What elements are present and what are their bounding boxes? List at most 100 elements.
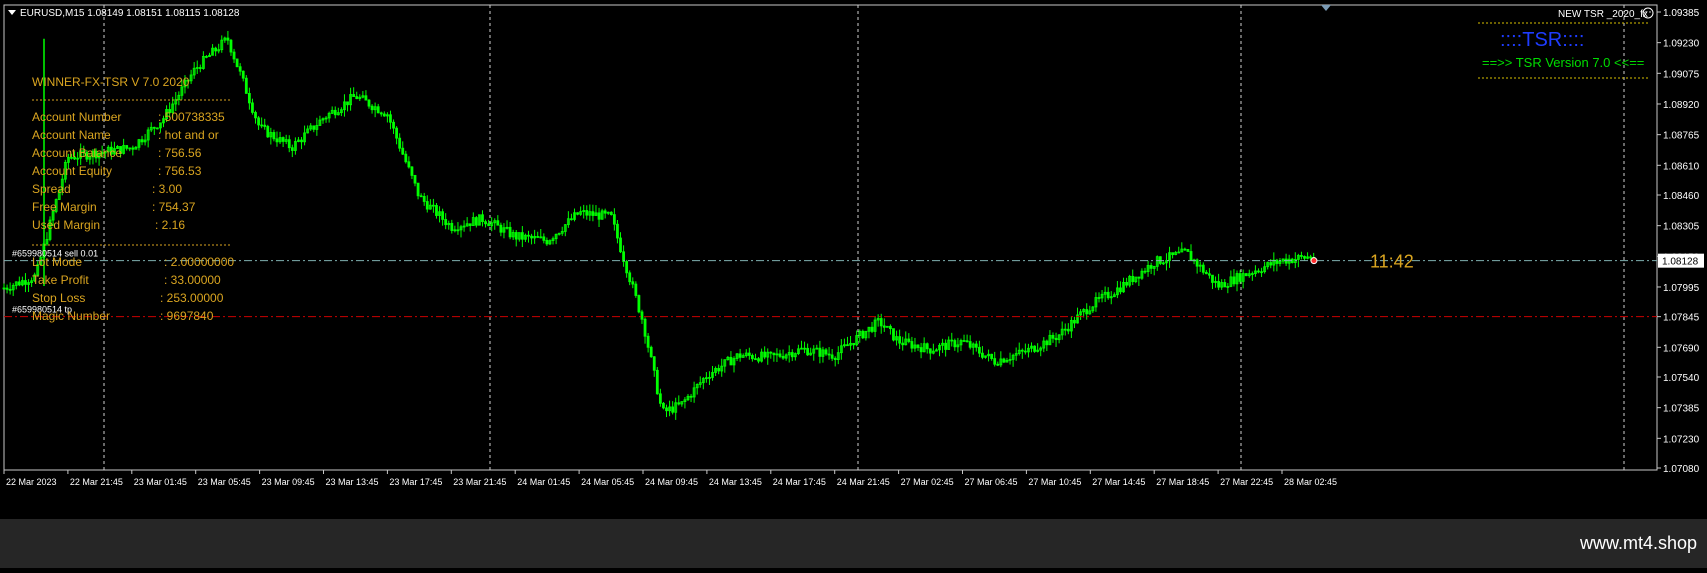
time-axis-label: 24 Mar 13:45 [709,477,762,487]
candle-body [499,224,503,233]
candle-body [254,112,257,119]
candle-body [1189,251,1193,261]
candle-body [275,138,279,143]
candle-body [597,212,601,220]
candle-body [1131,275,1135,283]
time-axis-label: 28 Mar 02:45 [1284,477,1337,487]
candle-body [17,281,21,286]
candle-body [882,325,886,328]
watermark-text: www.mt4.shop [1579,533,1697,553]
candle-body [536,236,540,238]
candle-body [419,195,423,198]
candle-body [591,211,595,216]
candle-body [1045,340,1049,346]
candle-body [637,295,641,313]
candle-body [1211,274,1214,283]
candle-body [750,355,754,360]
candle-body [266,126,270,138]
candle-body [487,223,491,227]
shift-marker-icon[interactable] [1321,5,1331,11]
candle-body [901,342,905,346]
candle-body [312,125,316,130]
candle-body [778,353,782,357]
time-axis-label: 23 Mar 17:45 [389,477,442,487]
candle-body [833,357,837,361]
candle-body [1223,282,1227,288]
candle-body [689,395,693,398]
price-axis-label: 1.07540 [1663,373,1700,384]
candle-body [272,132,276,140]
panel-row-value: : 33.00000 [164,273,221,287]
panel-row-value: : hot and or [158,128,219,142]
candle-body [944,342,948,350]
candle-body [717,368,721,372]
price-axis-label: 1.08765 [1663,131,1700,142]
candle-body [542,236,546,241]
candle-body [1183,248,1187,251]
last-price-marker [1310,257,1318,265]
candle-body [401,147,405,155]
candle-body [281,137,285,142]
chart-canvas[interactable]: #659980514 sell 0.01#659980514 tp11:421.… [0,0,1707,568]
candle-body [247,93,251,104]
candle-body [649,346,653,358]
smiley-eye-icon [1649,11,1651,13]
tsr-title: ::::TSR:::: [1500,29,1584,51]
price-chart[interactable]: #659980514 sell 0.01 #659980514 tp 11:42 1.… [0,0,1707,568]
candle-body [658,393,662,404]
candle-body [422,196,426,202]
candle-body [1066,328,1070,332]
candle-body [1143,270,1147,273]
panel-row-value: : 3.00 [152,182,183,196]
panel-row-value: : 2.00000000 [164,255,235,269]
candle-body [1309,256,1313,259]
panel-row-value: : 500738335 [158,110,225,124]
candle-body [625,261,629,274]
candle-body [152,126,156,129]
candle-body [346,101,349,106]
price-axis-label: 1.09075 [1663,69,1700,80]
candle-body [655,369,659,395]
candle-body [435,205,438,216]
time-axis-label: 24 Mar 17:45 [773,477,826,487]
candle-body [781,356,785,359]
candle-body [1085,309,1089,315]
price-axis-label: 1.09385 [1663,8,1700,19]
candle-body [603,210,607,214]
candle-body [1063,328,1067,331]
candle-body [520,232,524,240]
time-axis-label: 27 Mar 14:45 [1092,477,1145,487]
time-axis-label: 23 Mar 13:45 [326,477,379,487]
candle-body [889,325,892,330]
candle-body [646,335,650,348]
price-axis-label: 1.07230 [1663,434,1700,445]
price-axis-label: 1.07690 [1663,343,1700,354]
candle-body [530,235,533,239]
candle-body [333,109,337,116]
candle-body [570,218,573,221]
candle-body [928,348,932,354]
candle-body [1106,291,1110,299]
candle-body [410,166,414,176]
candle-body [665,407,668,412]
candle-body [1204,271,1208,275]
panel-row-value: : 756.56 [158,146,202,160]
candle-body [1300,255,1303,257]
candle-body [640,311,644,320]
time-axis-label: 27 Mar 22:45 [1220,477,1273,487]
candle-body [609,211,613,216]
candle-body [852,342,856,346]
chart-menu-icon[interactable] [8,10,16,15]
candle-body [1097,297,1101,299]
candle-body [827,353,831,356]
panel-row-label: Lot Mode [32,255,83,269]
candle-body [738,353,742,358]
candle-body [1257,270,1260,273]
candle-body [229,39,233,53]
candle-body [628,272,632,283]
candle-body [747,352,751,356]
candle-body [1171,252,1175,256]
candle-body [514,232,518,240]
candle-body [1208,273,1211,276]
watermark-bar: www.mt4.shop [0,519,1707,568]
